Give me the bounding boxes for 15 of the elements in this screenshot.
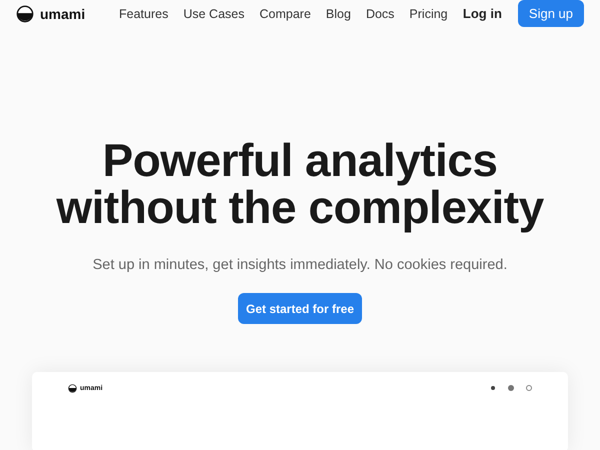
hero-title: Powerful analytics without the complexity (56, 137, 544, 231)
nav-link[interactable]: Blog (326, 6, 351, 20)
logo-icon (16, 4, 34, 22)
logo-icon (68, 384, 77, 392)
login-link[interactable]: Log in (462, 6, 502, 21)
dot-icon[interactable] (508, 385, 514, 391)
get-started-button[interactable]: Get started for free (238, 293, 362, 324)
nav-link[interactable]: Features (119, 6, 168, 20)
nav-link[interactable]: Docs (366, 6, 394, 20)
brand-logo[interactable]: umami (16, 4, 119, 22)
nav-link[interactable]: Compare (259, 6, 311, 20)
nav-link[interactable]: Pricing (409, 6, 448, 20)
hero-subtitle: Set up in minutes, get insights immediately. No cookies required. (92, 257, 508, 273)
nav-link[interactable]: Use Cases (183, 6, 244, 20)
signup-button[interactable]: Sign up (518, 0, 584, 27)
